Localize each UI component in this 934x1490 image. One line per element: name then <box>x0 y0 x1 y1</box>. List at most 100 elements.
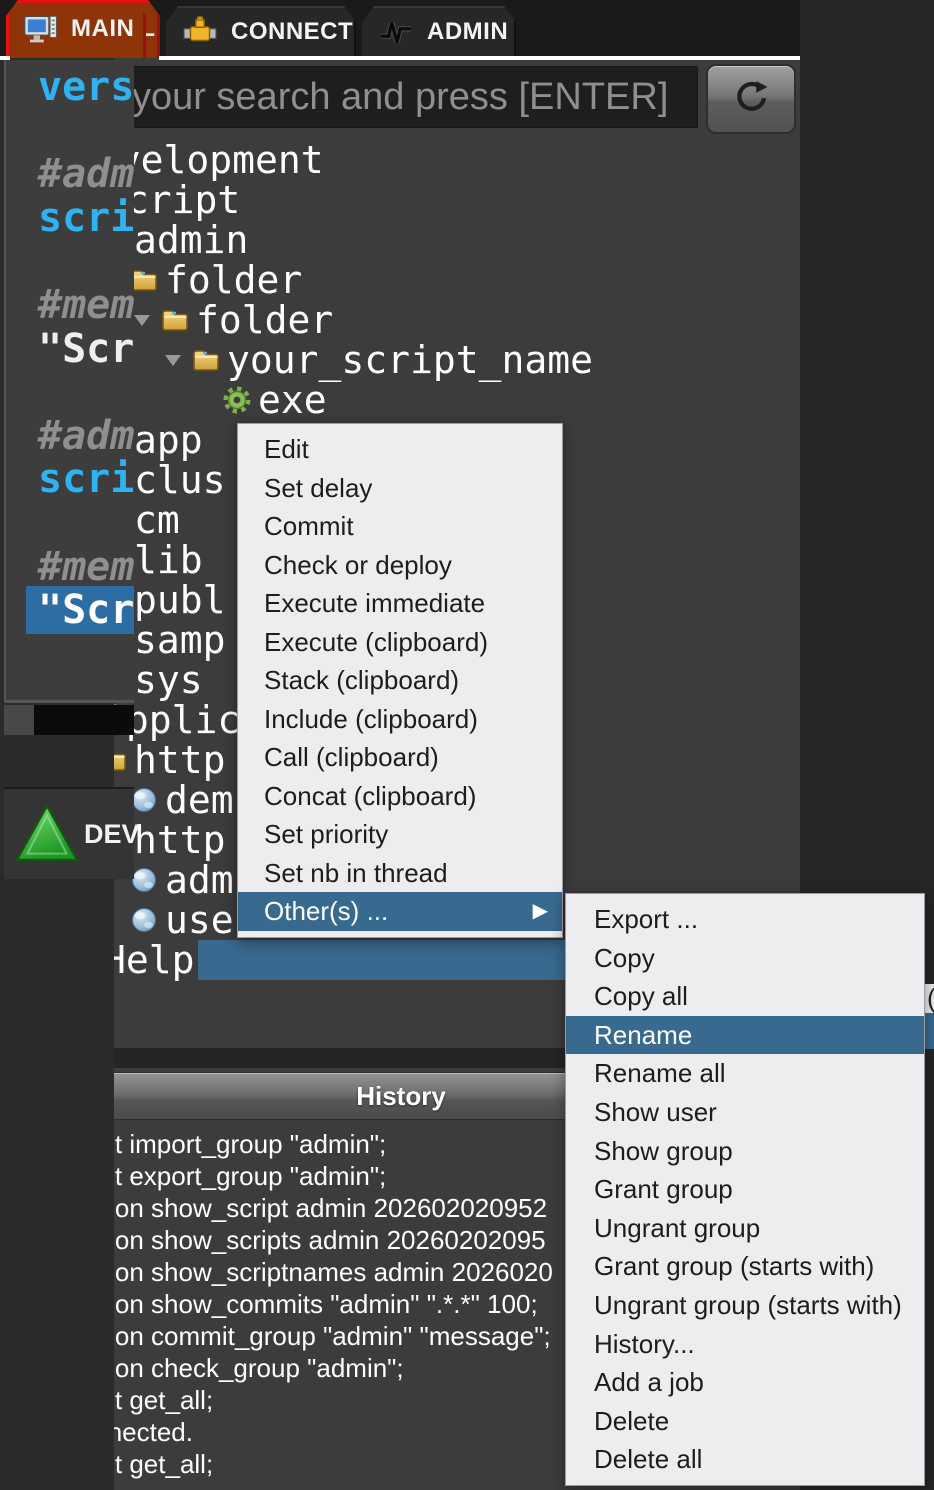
code-line: scri <box>38 196 134 241</box>
tree-item-label: http <box>134 818 226 862</box>
menu-item-other-s[interactable]: Other(s) ... ▶ <box>238 892 562 931</box>
menu-item-ungrant-group[interactable]: Ungrant group <box>566 1209 924 1248</box>
menu-item-label: Export ... <box>594 904 699 934</box>
dev-status-label: DEV <box>84 819 140 849</box>
tab-underline <box>159 56 800 60</box>
menu-item-commit[interactable]: Commit <box>238 507 562 546</box>
code-text: #adm <box>38 151 134 198</box>
menu-item-rename-all[interactable]: Rename all <box>566 1054 924 1093</box>
refresh-button[interactable] <box>706 64 796 134</box>
menu-item-check-or-deploy[interactable]: Check or deploy <box>238 546 562 585</box>
menu-item-concat-clipboard[interactable]: Concat (clipboard) <box>238 777 562 816</box>
tab-connect[interactable]: CONNECT <box>166 6 356 58</box>
history-entry-text: version commit_group "admin" "message"; <box>60 1321 551 1351</box>
menu-item-rename[interactable]: Rename <box>566 1015 924 1055</box>
dev-status-panel: DEV <box>4 787 140 879</box>
menu-item-label: Other(s) ... <box>264 896 389 926</box>
code-line: scri <box>38 458 134 502</box>
collapse-triangle-icon[interactable] <box>134 315 150 326</box>
code-line: "Scr <box>38 325 134 372</box>
menu-item-export[interactable]: Export ... <box>566 900 924 939</box>
tree-item-label: your_script_name <box>227 338 594 382</box>
menu-item-label: Set priority <box>264 819 389 849</box>
edge-selected-row-fragment <box>925 1013 934 1049</box>
menu-item-label: Copy <box>594 942 655 973</box>
menu-item-label: Delete all <box>594 1444 703 1475</box>
menu-item-label: Set nb in thread <box>264 857 448 888</box>
code-text: scri <box>38 456 134 503</box>
menu-item-copy-all[interactable]: Copy all <box>566 977 924 1016</box>
tree-item-label: folder <box>165 258 303 302</box>
code-text: #mem <box>38 543 134 590</box>
code-editor[interactable]: vers #adm scri #mem "Scr #adm scri #mem "Scr <box>4 60 134 703</box>
code-text: "Scr <box>38 325 134 372</box>
menu-item-ungrant-group-starts-with[interactable]: Ungrant group (starts with) <box>566 1286 924 1325</box>
submenu-arrow-icon: ▶ <box>532 900 548 922</box>
tree-item-label: use <box>165 898 234 942</box>
code-text: vers <box>38 64 134 110</box>
pulse-icon <box>378 14 414 50</box>
code-text: #mem <box>38 281 134 328</box>
folder-icon <box>191 345 221 375</box>
menu-item-execute-immediate[interactable]: Execute immediate <box>238 584 562 623</box>
code-line: "Scr <box>26 586 134 635</box>
menu-item-copy[interactable]: Copy <box>566 939 924 978</box>
code-line: vers <box>38 64 134 110</box>
code-text: #adm <box>38 412 134 459</box>
menu-item-delete-all[interactable]: Delete all <box>566 1440 924 1479</box>
tab-label: CONNECT <box>231 18 354 45</box>
menu-item-include-clipboard[interactable]: Include (clipboard) <box>238 700 562 739</box>
context-menu: Edit Set delay Commit Check or deploy Execut… <box>237 423 563 938</box>
history-entry-text: version show_script admin 202602020952 <box>60 1193 548 1223</box>
menu-item-history[interactable]: History... <box>566 1325 924 1364</box>
menu-item-label: Concat (clipboard) <box>264 780 477 811</box>
menu-item-execute-clipboard[interactable]: Execute (clipboard) <box>238 623 562 662</box>
menu-item-grant-group[interactable]: Grant group <box>566 1170 924 1209</box>
editor-scrollbar[interactable] <box>4 705 134 735</box>
refresh-icon <box>731 77 771 122</box>
tree-item-label: dem <box>165 778 234 822</box>
menu-item-label: Grant group (starts with) <box>594 1251 875 1282</box>
tab-underline <box>0 56 8 60</box>
menu-item-show-group[interactable]: Show group <box>566 1132 924 1171</box>
menu-item-call-clipboard[interactable]: Call (clipboard) <box>238 738 562 777</box>
gear-icon <box>222 385 252 415</box>
tree-item-label: publ <box>134 578 226 622</box>
code-line: #mem <box>38 543 134 590</box>
menu-item-add-a-job[interactable]: Add a job <box>566 1363 924 1402</box>
tab-main[interactable]: MAIN <box>6 0 146 58</box>
menu-item-edit[interactable]: Edit <box>238 430 562 469</box>
menu-item-set-priority[interactable]: Set priority <box>238 815 562 854</box>
monitor-icon <box>22 11 58 47</box>
menu-item-delete[interactable]: Delete <box>566 1402 924 1441</box>
code-line: #adm <box>38 412 134 459</box>
menu-item-label: Grant group <box>594 1174 733 1205</box>
globe-icon <box>129 905 159 935</box>
menu-item-label: Copy all <box>594 981 688 1012</box>
folder-icon <box>160 305 190 335</box>
menu-item-label: Execute immediate <box>264 588 486 618</box>
context-submenu: Export ... Copy Copy all Rename Rename all Sh… <box>565 893 925 1486</box>
tree-item-label: exe <box>258 378 327 422</box>
tree-item-label: adm <box>165 858 234 902</box>
menu-item-label: Show group <box>594 1135 733 1166</box>
menu-item-set-nb-in-thread[interactable]: Set nb in thread <box>238 854 562 893</box>
menu-item-grant-group-starts-with[interactable]: Grant group (starts with) <box>566 1247 924 1286</box>
menu-item-show-user[interactable]: Show user <box>566 1093 924 1132</box>
menu-item-set-delay[interactable]: Set delay <box>238 469 562 508</box>
menu-item-stack-clipboard[interactable]: Stack (clipboard) <box>238 661 562 700</box>
history-title: History <box>356 1080 446 1111</box>
tab-label: MAIN <box>71 15 135 42</box>
menu-item-label: Ungrant group (starts with) <box>594 1289 902 1320</box>
tree-item-label: clus <box>134 458 226 502</box>
tab-admin[interactable]: ADMIN <box>362 6 516 58</box>
tree-item-label: cm <box>134 498 180 542</box>
menu-item-label: Check or deploy <box>264 549 452 580</box>
code-text: "Scr <box>26 586 134 635</box>
menu-item-label: Rename <box>594 1019 693 1050</box>
menu-item-label: Show user <box>594 1096 717 1127</box>
collapse-triangle-icon[interactable] <box>165 355 181 366</box>
